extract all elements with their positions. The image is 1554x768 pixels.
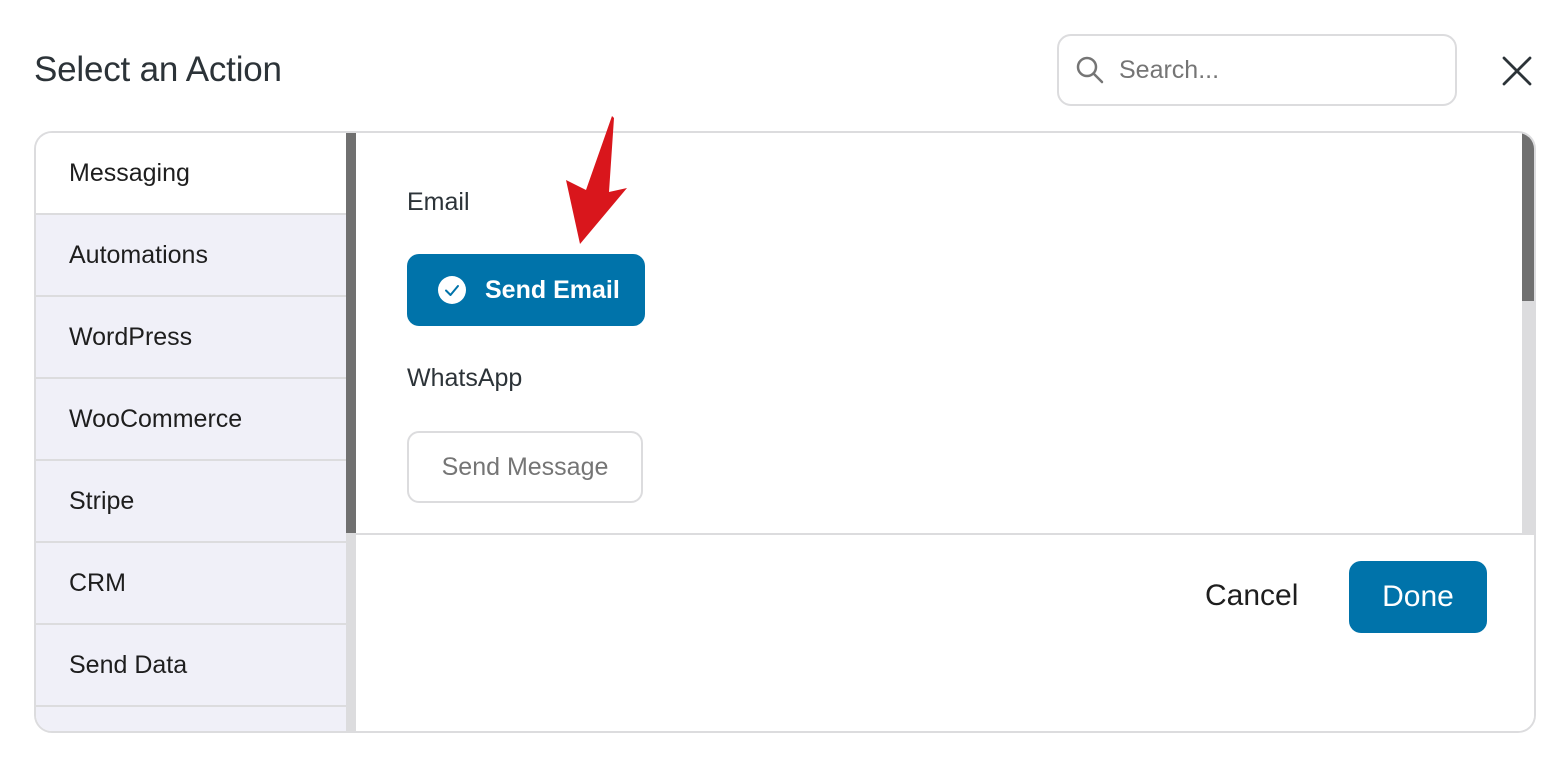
check-circle-icon [438,276,466,304]
close-icon[interactable] [1501,55,1533,87]
sidebar-item-messaging[interactable]: Messaging [36,133,346,215]
sidebar-scrollbar[interactable] [346,133,356,731]
search-icon [1076,56,1104,84]
send-email-label: Send Email [485,275,620,304]
group-label-whatsapp: WhatsApp [407,364,523,392]
sidebar-scrollbar-thumb[interactable] [346,133,356,533]
send-message-label: Send Message [441,452,609,481]
action-panel: Messaging Automations WordPress WooComme… [34,131,1536,733]
cancel-button[interactable]: Cancel [1205,579,1298,613]
category-sidebar: Messaging Automations WordPress WooComme… [36,133,346,731]
sidebar-item-stripe[interactable]: Stripe [36,461,346,543]
send-message-button[interactable]: Send Message [407,431,643,503]
sidebar-item-wordpress[interactable]: WordPress [36,297,346,379]
sidebar-item-automations[interactable]: Automations [36,215,346,297]
content-scrollbar[interactable] [1522,133,1534,533]
group-label-email: Email [407,188,470,216]
dialog-footer: Cancel Done [356,533,1534,731]
action-list: Email Send Email WhatsApp Send Message [356,133,1534,533]
red-arrow-annotation [566,116,627,244]
sidebar-item-send-data[interactable]: Send Data [36,625,346,707]
search-input[interactable] [1119,55,1419,85]
search-box[interactable] [1057,34,1457,106]
done-button[interactable]: Done [1349,561,1487,633]
sidebar-item-woocommerce[interactable]: WooCommerce [36,379,346,461]
send-email-button[interactable]: Send Email [407,254,645,326]
sidebar-item-crm[interactable]: CRM [36,543,346,625]
content-scrollbar-thumb[interactable] [1522,133,1534,301]
page-title: Select an Action [34,50,282,89]
